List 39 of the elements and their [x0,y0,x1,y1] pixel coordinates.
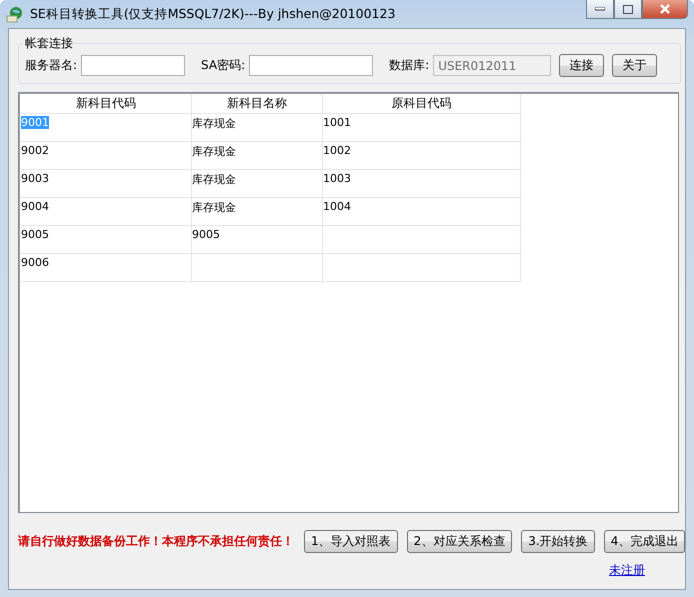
register-link[interactable]: 未注册 [609,562,645,579]
table-cell[interactable]: 1004 [323,200,351,213]
action-button[interactable]: 4、完成退出 [604,530,686,553]
close-button[interactable] [642,0,688,19]
table-cell[interactable]: 1001 [323,116,351,129]
table-cell[interactable]: 9003 [21,172,49,185]
table-cell[interactable]: 库存现金 [192,201,236,214]
minimize-button[interactable] [586,0,614,19]
column-header[interactable]: 新科目名称 [192,94,322,114]
action-button[interactable]: 1、导入对照表 [304,530,398,553]
maximize-button[interactable] [614,0,642,19]
input-field[interactable] [249,55,374,76]
table-cell[interactable]: 1003 [323,172,351,185]
dialog-button[interactable]: 关于 [612,54,658,77]
table-cell[interactable]: 9002 [21,144,49,157]
table-cell[interactable]: 9005 [192,228,220,241]
action-button[interactable]: 2、对应关系检查 [406,530,512,553]
column-header[interactable]: 新科目代码 [21,94,192,114]
table-cell[interactable]: 库存现金 [192,173,236,186]
column-header[interactable]: 原科目代码 [322,94,520,114]
table-cell[interactable]: 库存现金 [192,117,236,130]
warning-text: 请自行做好数据备份工作！本程序不承担任何责任！ [18,533,294,550]
table-cell[interactable]: 9006 [21,256,49,269]
minimize-icon [595,7,605,11]
table-cell[interactable]: 库存现金 [192,145,236,158]
field-label: SA密码: [201,57,246,74]
table-cell[interactable]: 1002 [323,144,351,157]
table-cell[interactable]: 9005 [21,228,49,241]
maximize-icon [623,4,633,14]
window-title: SE科目转换工具(仅支持MSSQL7/2K)---By jhshen@20100123 [30,6,396,22]
table-cell[interactable]: 9004 [21,200,49,213]
field-label: 服务器名: [25,57,78,74]
close-icon [660,4,670,14]
globe-icon [6,5,24,23]
group-title: 帐套连接 [24,35,74,52]
field-label: 数据库: [389,57,430,74]
dialog-button[interactable]: 连接 [559,54,604,77]
input-field[interactable] [81,55,186,76]
action-button[interactable]: 3.开始转换 [521,530,595,553]
